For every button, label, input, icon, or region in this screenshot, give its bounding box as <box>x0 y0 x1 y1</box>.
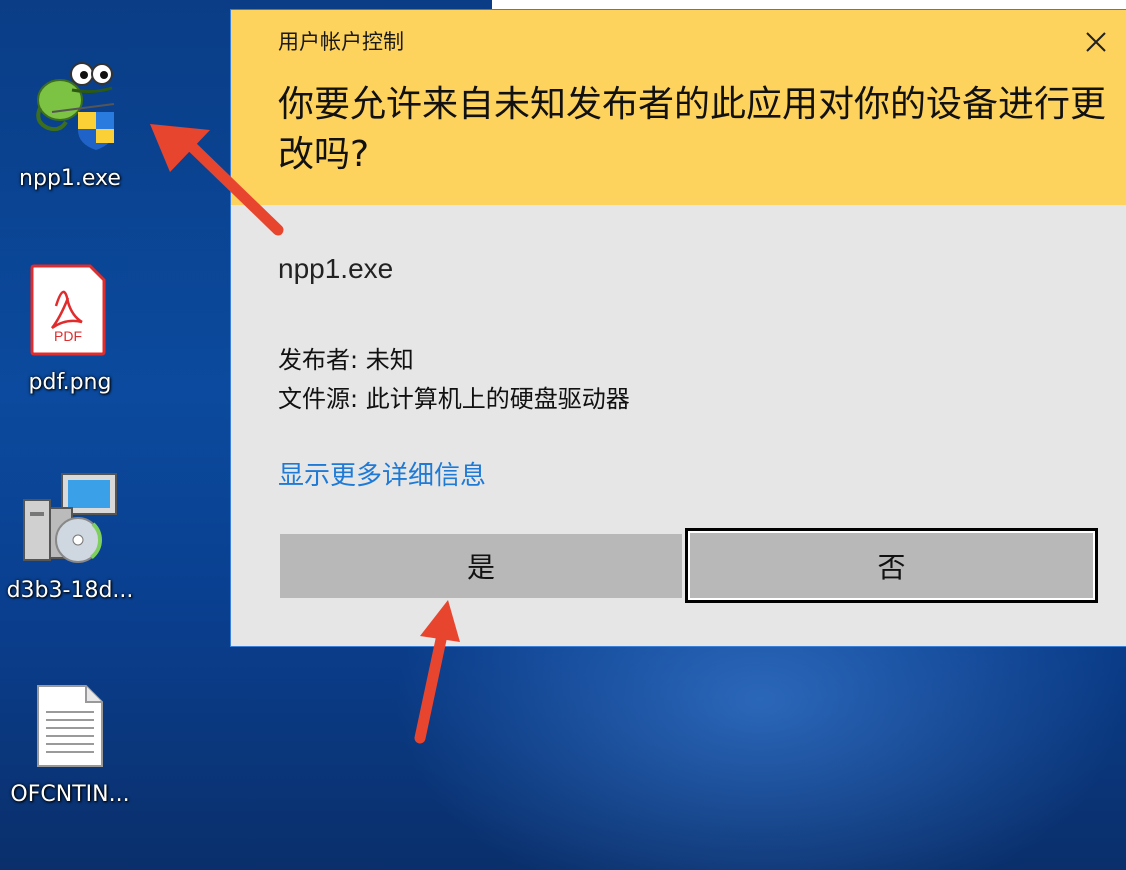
desktop-icon-label: d3b3-18d... <box>6 578 134 603</box>
desktop-icon-label: OFCNTIN... <box>10 782 130 807</box>
pdf-file-icon: PDF <box>30 264 106 360</box>
desktop-icon-ofcntin[interactable]: OFCNTIN... <box>0 684 140 824</box>
svg-text:PDF: PDF <box>54 328 82 344</box>
no-button[interactable]: 否 <box>685 528 1098 603</box>
text-file-icon <box>36 684 104 772</box>
close-icon <box>1086 32 1106 52</box>
close-button[interactable] <box>1078 24 1114 60</box>
desktop-icon-label: pdf.png <box>28 370 112 395</box>
uac-question: 你要允许来自未知发布者的此应用对你的设备进行更改吗? <box>278 84 1107 175</box>
publisher-info: 发布者: 未知 <box>278 346 414 374</box>
desktop-icon-pdf[interactable]: PDF pdf.png <box>0 264 140 404</box>
dialog-header: 用户帐户控制 你要允许来自未知发布者的此应用对你的设备进行更改吗? <box>231 10 1126 205</box>
installer-icon <box>22 470 118 570</box>
desktop-icon-installer[interactable]: d3b3-18d... <box>0 470 140 610</box>
yes-button[interactable]: 是 <box>280 534 682 598</box>
uac-dialog: 用户帐户控制 你要允许来自未知发布者的此应用对你的设备进行更改吗? npp1.e… <box>231 10 1126 646</box>
file-source-info: 文件源: 此计算机上的硬盘驱动器 <box>278 385 630 413</box>
desktop-icon-label: npp1.exe <box>19 166 121 191</box>
show-more-details-link[interactable]: 显示更多详细信息 <box>278 455 486 492</box>
app-name: npp1.exe <box>278 253 394 284</box>
notepadpp-uac-icon <box>22 60 118 154</box>
dialog-title: 用户帐户控制 <box>278 30 404 54</box>
desktop-icon-npp1[interactable]: npp1.exe <box>0 60 140 200</box>
background-window-edge <box>492 0 1126 10</box>
